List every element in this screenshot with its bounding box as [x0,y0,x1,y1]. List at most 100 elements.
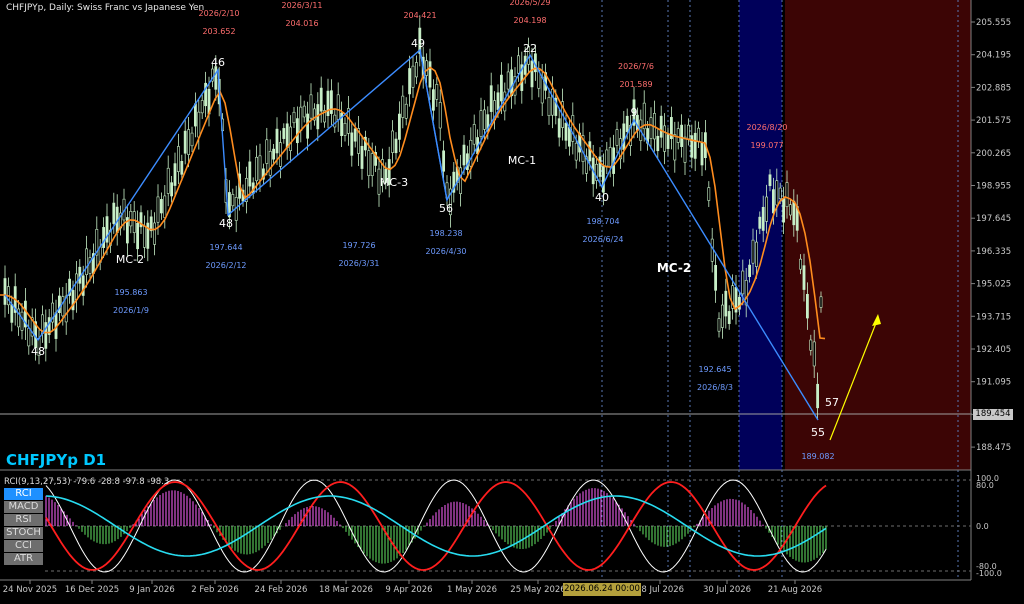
time-tick-label: 25 May 2026 [510,585,565,595]
note-price-blue: 189.082 [801,452,834,461]
candle-body [782,198,786,223]
wave-label: 57 [825,396,839,409]
candle-body [622,123,626,150]
wave-label: 9 [631,106,638,119]
candle-body [132,211,136,233]
candle-body [574,142,578,161]
candle-body [683,136,687,163]
indicator-button-rsi[interactable]: RSI [4,514,43,526]
candle-body [666,134,670,149]
candle-body [177,146,180,172]
candle-body [425,60,429,76]
wave-label: 48 [31,345,45,358]
candle-body [588,141,592,162]
indicator-button-rci[interactable]: RCI [4,488,43,500]
candle-body [550,88,554,116]
candle-body [343,122,347,136]
highlight-zone-red [785,0,971,470]
candle-body [802,265,806,290]
symbol-label: CHFJPYp D1 [6,451,107,469]
candle-body [435,84,439,100]
indicator-button-cci[interactable]: CCI [4,540,43,552]
candle-body [302,105,306,118]
candle-body [197,111,201,138]
note-price-blue: 198.238 [429,229,462,238]
candle-body [778,187,782,200]
time-tick-label: 30 Jul 2026 [703,585,751,595]
time-tick-label: 9 Jan 2026 [129,585,175,595]
indicator-button-stoch[interactable]: STOCH [4,527,43,539]
candle-body [163,195,167,218]
mc-annotation: MC-1 [508,154,536,167]
candle-body [75,273,78,301]
candle-body [792,200,796,226]
candle-body [360,145,364,169]
highlight-zone-blue [739,0,782,470]
candle-body [676,128,680,143]
candle-body [173,163,177,186]
candle-body [748,264,752,277]
candle-body [482,109,486,130]
candle-body [411,65,415,88]
candle-body [333,114,337,128]
indicator-tick-label: 80.0 [976,481,994,490]
candle-body [299,106,303,131]
note-date-blue: 2026/2/12 [205,261,246,270]
wave-label: 49 [411,37,425,50]
price-chart[interactable]: 48 46 48 49 56 22 40 9 55 57 MC-2 MC-3 MC-1 MC-2 195.… [0,0,1024,600]
note-price-blue: 197.644 [209,243,242,252]
candle-body [143,225,146,248]
candle-body [700,142,704,166]
candle-body [282,128,286,139]
candle-body [231,194,235,207]
note-date-blue: 2026/3/31 [338,259,379,268]
candle-body [659,115,663,138]
candle-body [459,167,463,194]
candle-body [697,127,701,142]
note-price-blue: 197.726 [342,241,375,250]
note-date-red: 2026/5/29 [509,0,550,7]
note-price-blue: 195.863 [114,288,147,297]
candle-body [166,167,170,194]
candle-body [516,55,520,74]
candle-body [489,85,493,112]
candle-body [809,339,813,351]
price-tick-label: 197.645 [976,214,1011,224]
candle-body [686,124,690,140]
candle-body [462,144,466,166]
wave-label: 55 [811,426,825,439]
candle-body [598,156,602,177]
indicator-button-macd[interactable]: MACD [4,501,43,513]
candle-body [469,139,473,167]
candle-body [194,103,197,127]
candle-body [771,189,775,214]
candle-body [805,294,809,319]
candle-body [136,222,140,250]
candle-body [567,127,571,147]
candle-body [775,180,779,206]
candlesticks [3,15,823,420]
time-tick-label: 1 May 2026 [447,585,497,595]
note-date-red: 2026/8/20 [746,123,787,132]
candle-body [431,89,435,111]
candle-body [370,153,374,176]
note-date-blue: 2026/1/9 [113,306,149,315]
candle-body [160,199,163,214]
candle-body [61,296,65,317]
candle-body [292,111,296,124]
time-tick-label: 18 Mar 2026 [319,585,373,595]
candle-body [295,118,299,144]
candle-body [680,124,684,147]
candle-body [788,204,792,216]
candle-body [625,115,629,132]
candle-body [289,126,293,151]
zigzag-line [419,49,448,201]
candle-body [265,139,269,164]
note-price-red: 204.198 [513,16,546,25]
candle-body [129,211,133,227]
note-date-red: 2026/2/10 [198,9,239,18]
candle-body [472,124,476,145]
candle-body [394,138,398,154]
candle-body [27,328,31,347]
indicator-button-atr[interactable]: ATR [4,553,43,565]
